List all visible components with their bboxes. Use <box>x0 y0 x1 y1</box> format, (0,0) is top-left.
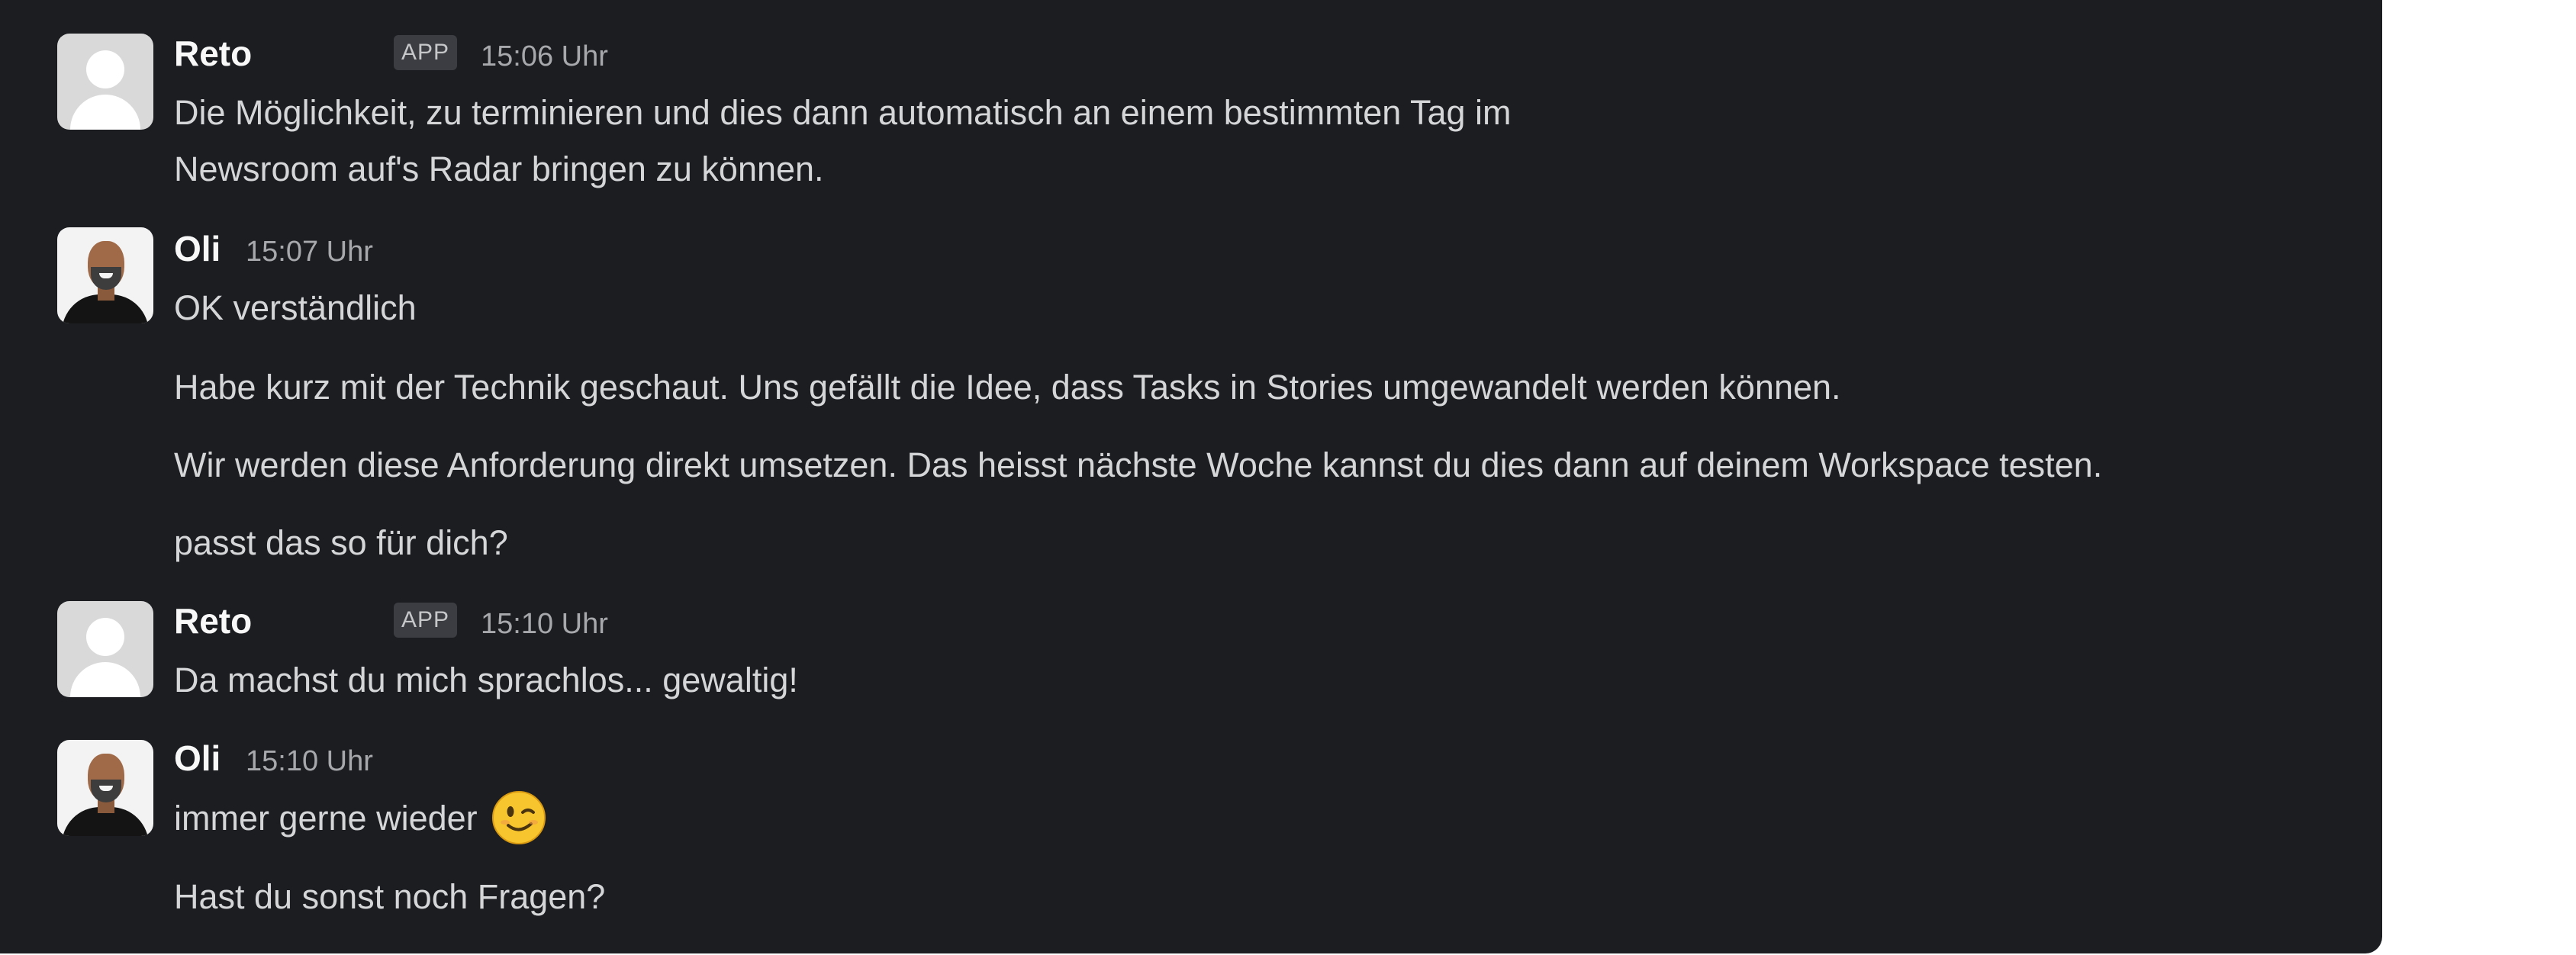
app-badge: APP <box>394 35 458 70</box>
message-text-with-emoji: immer gerne wieder <box>174 790 546 846</box>
default-avatar-body-icon <box>70 662 140 697</box>
avatar-oli[interactable] <box>57 227 153 323</box>
message-text: Habe kurz mit der Technik geschaut. Uns … <box>174 368 1841 407</box>
message-text: immer gerne wieder <box>174 799 478 838</box>
message-text: passt das so für dich? <box>174 523 508 562</box>
message-text: Hast du sonst noch Fragen? <box>174 877 606 916</box>
default-avatar-head-icon <box>86 618 124 656</box>
avatar-reto[interactable] <box>57 601 153 697</box>
sender-name[interactable]: Reto <box>174 600 252 642</box>
default-avatar-head-icon <box>86 50 124 88</box>
message-timestamp[interactable]: 15:10 Uhr <box>246 740 373 783</box>
sender-name[interactable]: Oli <box>174 227 221 270</box>
avatar-photo-beard <box>91 780 121 802</box>
message-text: Newsroom auf's Radar bringen zu können. <box>174 150 824 188</box>
message-text: Wir werden diese Anforderung direkt umse… <box>174 445 2103 484</box>
chat-message-list: Reto APP 15:06 Uhr Die Möglichkeit, zu t… <box>0 0 2382 953</box>
sender-name[interactable]: Reto <box>174 32 252 75</box>
message-timestamp[interactable]: 15:06 Uhr <box>481 35 608 78</box>
app-badge: APP <box>394 603 458 638</box>
message-timestamp[interactable]: 15:10 Uhr <box>481 603 608 645</box>
sender-name[interactable]: Oli <box>174 737 221 780</box>
avatar-photo-beard <box>91 267 121 290</box>
message-text: OK verständlich <box>174 288 417 327</box>
message-text: Da machst du mich sprachlos... gewaltig! <box>174 661 798 699</box>
winking-face-emoji-icon[interactable] <box>491 790 546 845</box>
message-text: Die Möglichkeit, zu terminieren und dies… <box>174 93 1512 132</box>
default-avatar-body-icon <box>70 95 140 130</box>
message-timestamp[interactable]: 15:07 Uhr <box>246 230 373 273</box>
avatar-oli[interactable] <box>57 740 153 836</box>
avatar-reto[interactable] <box>57 34 153 130</box>
